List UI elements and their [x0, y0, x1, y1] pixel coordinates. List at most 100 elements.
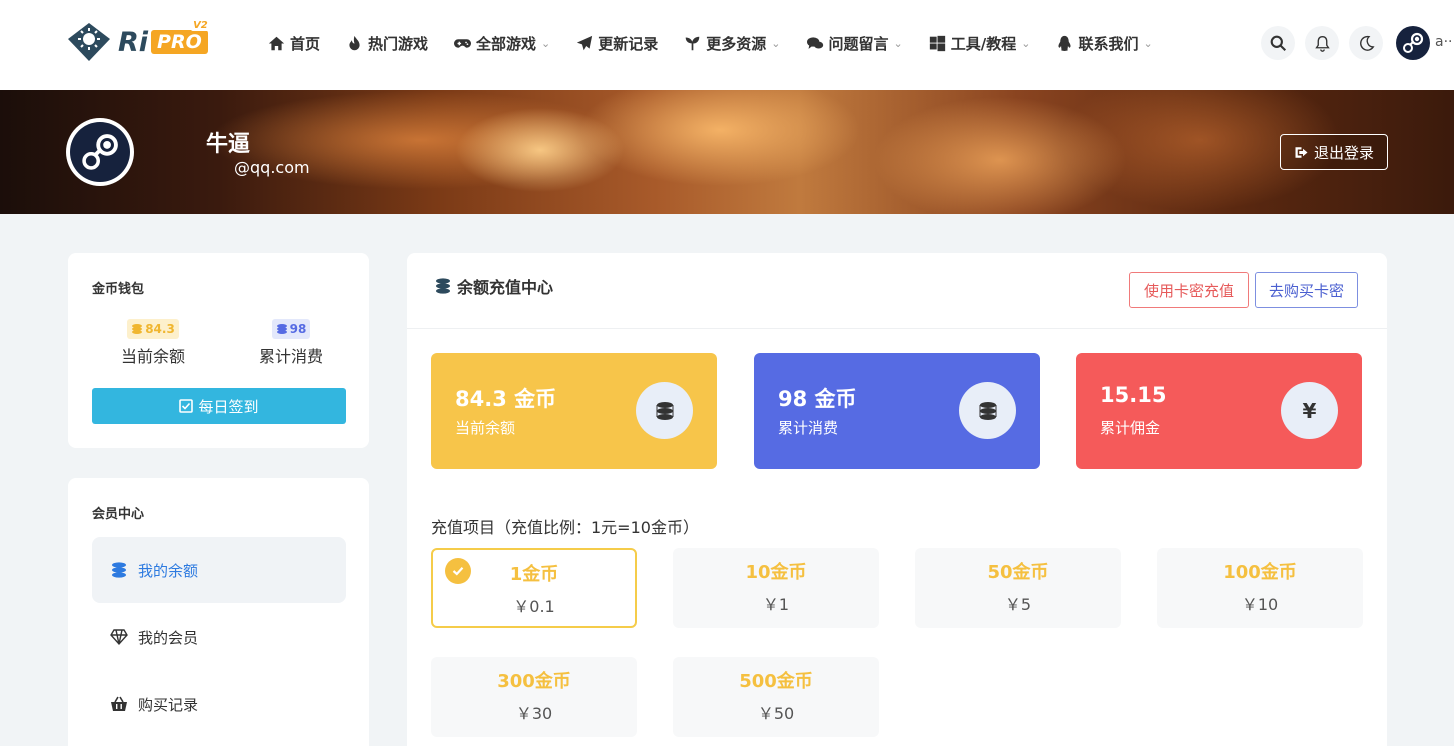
bell-icon — [1314, 35, 1330, 52]
stat-label: 累计消费 — [778, 419, 839, 437]
nav-item-all-games[interactable]: 全部游戏 ⌄ — [454, 33, 550, 54]
notification-button[interactable] — [1305, 26, 1339, 60]
site-header: Ri PRO V2 首页 热门游戏 全部游戏 ⌄ 更新记录 更多资源 ⌄ 问题留… — [0, 0, 1454, 90]
option-price: ￥1 — [762, 595, 790, 614]
main-nav: 首页 热门游戏 全部游戏 ⌄ 更新记录 更多资源 ⌄ 问题留言 ⌄ 工具/教程 — [268, 29, 1179, 57]
stat-label: 当前余额 — [455, 419, 516, 437]
nav-item-contact[interactable]: 联系我们 ⌄ — [1056, 33, 1153, 54]
spent-label: 累计消费 — [258, 347, 323, 366]
user-name[interactable]: a·· — [1435, 34, 1452, 50]
member-center-title: 会员中心 — [92, 507, 145, 522]
stat-card-spent: 98 金币 累计消费 — [754, 353, 1040, 469]
chevron-down-icon: ⌄ — [1143, 36, 1153, 50]
stat-card-commission: 15.15 累计佣金 ¥ — [1076, 353, 1362, 469]
recharge-option[interactable]: 100金币 ￥10 — [1157, 548, 1363, 628]
balance-value: 84.3 — [145, 322, 175, 336]
home-icon — [268, 36, 285, 50]
user-avatar[interactable] — [1396, 26, 1430, 60]
stat-label: 累计佣金 — [1100, 419, 1161, 437]
logo-text: Ri PRO V2 — [118, 20, 210, 58]
nav-item-home[interactable]: 首页 — [268, 33, 320, 54]
member-center-card: 会员中心 我的余额 我的会员 购买记录 — [68, 478, 369, 746]
balance-badge: 84.3 — [127, 319, 179, 339]
nav-item-more-resources[interactable]: 更多资源 ⌄ — [684, 33, 781, 54]
qq-penguin-icon — [1058, 35, 1071, 51]
nav-item-updates[interactable]: 更新记录 — [576, 33, 658, 54]
profile-avatar-image — [70, 122, 130, 182]
sidebar-item-purchase-history[interactable]: 购买记录 — [92, 671, 346, 737]
option-coins: 10金币 — [745, 562, 807, 583]
profile-avatar — [66, 118, 134, 186]
recharge-header: 余额充值中心 使用卡密充值 去购买卡密 — [407, 253, 1387, 329]
sidebar-item-my-balance[interactable]: 我的余额 — [92, 537, 346, 603]
profile-banner: 牛逼 @qq.com 退出登录 — [0, 90, 1454, 214]
gamepad-icon — [454, 38, 472, 48]
recharge-option[interactable]: 50金币 ￥5 — [915, 548, 1121, 628]
seedling-icon — [685, 36, 700, 50]
chevron-down-icon: ⌄ — [893, 36, 903, 50]
logo-pro-badge: PRO V2 — [151, 20, 210, 54]
comments-icon — [806, 36, 823, 49]
sidebar-item-label: 购买记录 — [138, 695, 199, 714]
nav-label: 首页 — [290, 34, 321, 53]
daily-checkin-button[interactable]: 每日签到 — [92, 388, 346, 424]
nav-label: 热门游戏 — [368, 34, 429, 53]
search-icon — [1270, 35, 1286, 51]
option-coins: 100金币 — [1223, 562, 1297, 583]
option-price: ￥5 — [1004, 595, 1032, 614]
dark-mode-button[interactable] — [1349, 26, 1383, 60]
nav-label: 工具/教程 — [950, 34, 1017, 53]
profile-email: @qq.com — [234, 158, 310, 177]
checkbox-icon — [179, 399, 194, 413]
windows-icon — [929, 35, 945, 51]
option-coins: 500金币 — [739, 671, 813, 692]
spent-badge: 98 — [271, 319, 311, 339]
sidebar-item-my-membership[interactable]: 我的会员 — [92, 604, 346, 670]
recharge-option[interactable]: 1金币 ￥0.1 — [431, 548, 637, 628]
chevron-down-icon: ⌄ — [1021, 36, 1031, 50]
option-price: ￥10 — [1241, 595, 1279, 614]
logo-pro-label: PRO — [157, 31, 202, 53]
nav-label: 更新记录 — [598, 34, 659, 53]
recharge-title-text: 余额充值中心 — [457, 278, 554, 297]
nav-label: 联系我们 — [1078, 34, 1139, 53]
logo-word: Ri — [118, 26, 149, 58]
recharge-option[interactable]: 10金币 ￥1 — [673, 548, 879, 628]
nav-item-tools[interactable]: 工具/教程 ⌄ — [929, 33, 1031, 54]
balance-label: 当前余额 — [120, 347, 185, 366]
option-coins: 1金币 — [509, 564, 559, 585]
logout-label: 退出登录 — [1313, 143, 1374, 162]
stat-card-balance: 84.3 金币 当前余额 — [431, 353, 717, 469]
profile-name: 牛逼 — [206, 132, 251, 157]
coins-icon — [959, 382, 1016, 439]
fire-icon — [349, 35, 360, 50]
basket-icon — [111, 696, 127, 711]
nav-item-hot-games[interactable]: 热门游戏 — [346, 33, 428, 54]
wallet-balance: 84.3 当前余额 — [110, 319, 196, 367]
logout-button[interactable]: 退出登录 — [1280, 134, 1388, 170]
redeem-card-key-button[interactable]: 使用卡密充值 — [1129, 272, 1249, 308]
buy-card-key-button[interactable]: 去购买卡密 — [1255, 272, 1358, 308]
spent-value: 98 — [289, 322, 307, 336]
search-button[interactable] — [1261, 26, 1295, 60]
nav-item-feedback[interactable]: 问题留言 ⌄ — [806, 33, 903, 54]
recharge-center-panel: 余额充值中心 使用卡密充值 去购买卡密 84.3 金币 当前余额 98 金币 累… — [407, 253, 1387, 746]
recharge-option[interactable]: 500金币 ￥50 — [673, 657, 879, 737]
option-price: ￥0.1 — [513, 597, 555, 616]
moon-icon — [1359, 35, 1375, 51]
nav-label: 更多资源 — [706, 34, 767, 53]
chevron-down-icon: ⌄ — [541, 36, 551, 50]
coins-icon — [112, 562, 126, 578]
stat-value: 15.15 — [1100, 383, 1167, 407]
coins-icon — [276, 324, 287, 334]
steam-logo-icon — [82, 134, 118, 170]
chevron-down-icon: ⌄ — [771, 36, 781, 50]
stat-value: 98 金币 — [778, 387, 857, 411]
steam-logo-icon — [1403, 32, 1424, 53]
wallet-spent: 98 累计消费 — [248, 319, 334, 367]
recharge-option[interactable]: 300金币 ￥30 — [431, 657, 637, 737]
checkin-label: 每日签到 — [198, 397, 259, 416]
site-logo[interactable]: Ri PRO V2 — [66, 20, 210, 64]
option-coins: 50金币 — [987, 562, 1049, 583]
sidebar-item-label: 我的会员 — [138, 628, 199, 647]
